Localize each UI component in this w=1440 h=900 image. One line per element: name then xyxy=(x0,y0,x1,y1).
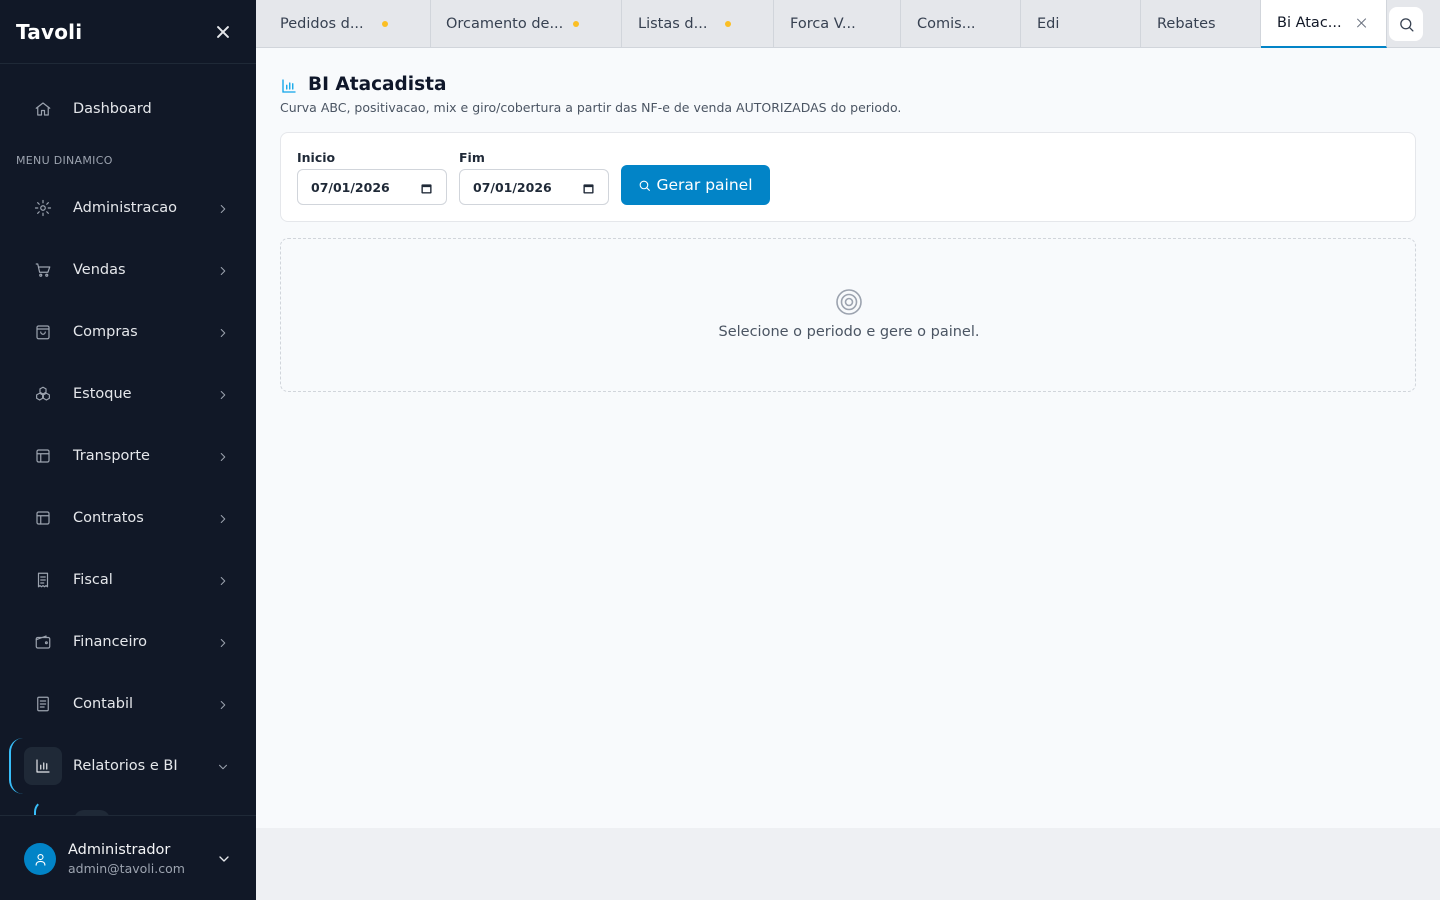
search-tabs-button[interactable] xyxy=(1389,7,1423,41)
layout-icon xyxy=(24,499,62,537)
close-tab-icon[interactable] xyxy=(1356,17,1368,29)
calendar-icon[interactable] xyxy=(583,182,594,194)
end-date-input[interactable]: 07/01/2026 xyxy=(459,169,609,205)
tab-label: Forca V... xyxy=(790,16,856,32)
tab-label: Orcamento de... xyxy=(446,16,564,32)
empty-state-message: Selecione o periodo e gere o painel. xyxy=(718,324,980,340)
start-date-label: Inicio xyxy=(297,150,336,165)
tab-label: Pedidos d... xyxy=(280,16,364,32)
main-content: BI Atacadista Curva ABC, positivacao, mi… xyxy=(256,48,1440,828)
tab-comissoes[interactable]: Comis... xyxy=(901,0,1021,48)
bar-chart-icon xyxy=(24,747,62,785)
sidebar-item-transporte[interactable]: Transporte xyxy=(24,434,240,478)
chevron-right-icon xyxy=(216,697,230,711)
tab-edi[interactable]: Edi xyxy=(1021,0,1141,48)
user-menu[interactable]: Administrador admin@tavoli.com xyxy=(0,815,256,900)
end-date-value: 07/01/2026 xyxy=(473,179,552,195)
ledger-icon xyxy=(24,685,62,723)
sidebar-header: Tavoli xyxy=(0,0,256,64)
sidebar-item-label: Contratos xyxy=(73,510,144,526)
tab-rebates[interactable]: Rebates xyxy=(1141,0,1261,48)
close-sidebar-icon[interactable] xyxy=(214,23,232,41)
user-icon xyxy=(35,853,45,866)
tab-bi-atacadista[interactable]: Bi Atac... xyxy=(1261,0,1387,48)
tab-listas[interactable]: Listas d... xyxy=(622,0,774,48)
generate-panel-label: Gerar painel xyxy=(656,176,753,194)
tab-label: Comis... xyxy=(917,16,976,32)
start-date-value: 07/01/2026 xyxy=(311,179,390,195)
tab-bar: Pedidos d... Orcamento de... Listas d...… xyxy=(256,0,1440,48)
sidebar-item-contratos[interactable]: Contratos xyxy=(24,496,240,540)
chevron-right-icon xyxy=(216,325,230,339)
sidebar-item-compras[interactable]: Compras xyxy=(24,310,240,354)
gear-icon xyxy=(24,189,62,227)
boxes-icon xyxy=(24,375,62,413)
start-date-input[interactable]: 07/01/2026 xyxy=(297,169,447,205)
filter-panel: Inicio 07/01/2026 Fim 07/01/2026 Gerar p… xyxy=(280,132,1416,222)
sidebar-item-vendas[interactable]: Vendas xyxy=(24,248,240,292)
wallet-icon xyxy=(24,623,62,661)
page-subtitle: Curva ABC, positivacao, mix e giro/cober… xyxy=(280,100,902,115)
sidebar-item-label: Transporte xyxy=(73,448,150,464)
shopping-bag-icon xyxy=(24,313,62,351)
chevron-right-icon xyxy=(216,201,230,215)
sidebar-item-label: Compras xyxy=(73,324,138,340)
tab-orcamento[interactable]: Orcamento de... xyxy=(431,0,622,48)
page-title: BI Atacadista xyxy=(308,74,447,95)
search-icon xyxy=(1399,17,1414,32)
chevron-right-icon xyxy=(216,635,230,649)
search-icon xyxy=(640,180,651,191)
sidebar-section-label: MENU DINAMICO xyxy=(16,154,113,167)
chevron-right-icon xyxy=(216,449,230,463)
sidebar-item-label: Contabil xyxy=(73,696,134,712)
sidebar-item-estoque[interactable]: Estoque xyxy=(24,372,240,416)
end-date-label: Fim xyxy=(459,150,485,165)
sidebar-item-label: Vendas xyxy=(73,262,126,278)
bar-chart-icon xyxy=(280,77,298,95)
user-name: Administrador xyxy=(68,842,171,858)
tab-pedidos[interactable]: Pedidos d... xyxy=(256,0,431,48)
calendar-icon[interactable] xyxy=(421,182,432,194)
tab-forca-vendas[interactable]: Forca V... xyxy=(774,0,901,48)
tab-label: Bi Atac... xyxy=(1277,15,1342,31)
unsaved-dot xyxy=(725,21,731,27)
sidebar-item-label: Relatorios e BI xyxy=(73,758,178,774)
sidebar-item-label: Estoque xyxy=(73,386,132,402)
tab-label: Edi xyxy=(1037,16,1060,32)
sidebar-item-label: Dashboard xyxy=(73,101,152,117)
tab-label: Listas d... xyxy=(638,16,708,32)
sidebar-item-administracao[interactable]: Administracao xyxy=(24,186,240,230)
sidebar-item-relatorios-bi[interactable]: Relatorios e BI xyxy=(24,744,240,788)
receipt-icon xyxy=(24,561,62,599)
chevron-down-icon xyxy=(216,759,230,773)
chevron-right-icon xyxy=(216,511,230,525)
sidebar-item-contabil[interactable]: Contabil xyxy=(24,682,240,726)
target-icon xyxy=(835,288,863,316)
chevron-down-icon[interactable] xyxy=(216,851,232,867)
chevron-right-icon xyxy=(216,263,230,277)
tab-label: Rebates xyxy=(1157,16,1216,32)
chevron-right-icon xyxy=(216,573,230,587)
sidebar-item-label: Financeiro xyxy=(73,634,148,650)
layout-icon xyxy=(24,437,62,475)
unsaved-dot xyxy=(573,21,579,27)
unsaved-dot xyxy=(382,21,388,27)
sidebar-item-label: Administracao xyxy=(73,200,178,216)
sidebar-item-dashboard[interactable]: Dashboard xyxy=(24,87,240,131)
brand-logo: Tavoli xyxy=(16,19,83,44)
generate-panel-button[interactable]: Gerar painel xyxy=(621,165,770,205)
empty-state: Selecione o periodo e gere o painel. xyxy=(280,238,1416,392)
sidebar-item-fiscal[interactable]: Fiscal xyxy=(24,558,240,602)
cart-icon xyxy=(24,251,62,289)
avatar xyxy=(24,843,56,875)
sidebar-item-financeiro[interactable]: Financeiro xyxy=(24,620,240,664)
user-email: admin@tavoli.com xyxy=(68,861,185,876)
home-icon xyxy=(24,90,62,128)
sidebar-item-label: Fiscal xyxy=(73,572,113,588)
chevron-right-icon xyxy=(216,387,230,401)
sidebar: Tavoli Dashboard MENU DINAMICO Administr… xyxy=(0,0,256,900)
